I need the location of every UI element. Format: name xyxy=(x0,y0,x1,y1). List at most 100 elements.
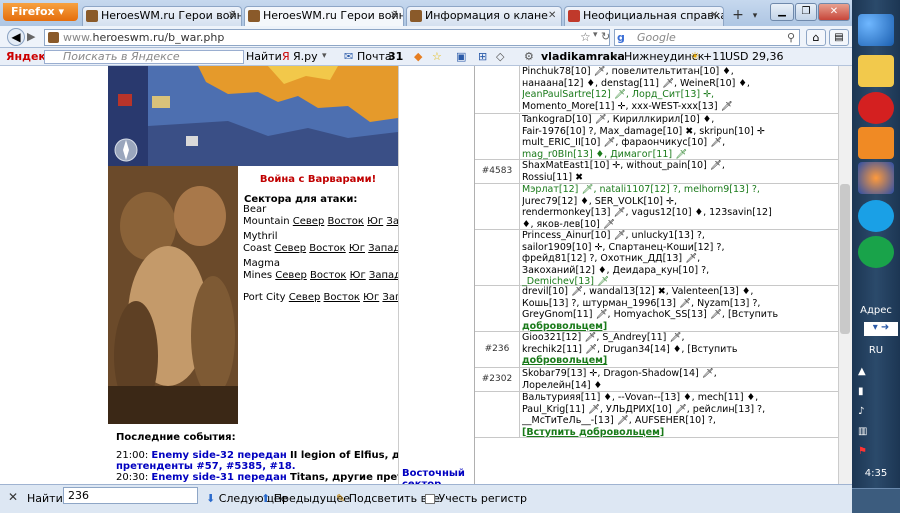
tab-unofficial-guide[interactable]: Неофициальная справка п...✕ xyxy=(564,6,724,26)
volume-icon[interactable]: ♪ xyxy=(858,406,864,417)
currency-rate[interactable]: USD 29,36 xyxy=(725,48,784,65)
tab-close-icon[interactable]: ✕ xyxy=(710,7,720,25)
participant-line[interactable]: TankograD[10] 🗡, Кириллкирил[10] ♦, xyxy=(522,114,839,126)
participant-line[interactable]: Pinchuk78[10] 🗡, повелительтитан[10] ♦, xyxy=(522,66,839,78)
event-text[interactable]: Enemy side-32 передан xyxy=(151,450,286,461)
firefox-menu-button[interactable]: Firefox ▾ xyxy=(3,3,78,21)
tab-heroeswm-1[interactable]: HeroesWM.ru Герои войны ...✕ xyxy=(82,6,242,26)
reload-icon[interactable]: ↻ xyxy=(601,30,610,43)
bookmarks-menu-button[interactable]: ▤ xyxy=(829,29,849,46)
participant-line[interactable]: нанаана[12] ♦, denstag[11] 🗡, WeineR[10]… xyxy=(522,78,839,90)
participant-line[interactable]: Princess_Ainur[10] 🗡, unlucky1[13] ?, xyxy=(522,230,839,242)
battery-icon[interactable]: ▮ xyxy=(858,386,864,397)
participant-line[interactable]: Paul_Krig[11] 🗡, УЛЬДРИХ[10] 🗡, рейслин[… xyxy=(522,404,839,416)
participant-line[interactable]: GreyGnom[11] 🗡, HomyachoK_SS[13] 🗡, [Вст… xyxy=(522,309,839,321)
sector-link-south[interactable]: Юг xyxy=(350,270,366,281)
war-map-image[interactable] xyxy=(108,66,398,166)
row-id[interactable]: #236 xyxy=(475,344,519,354)
google-icon[interactable]: g xyxy=(617,31,630,44)
back-button[interactable]: ◀ xyxy=(7,28,25,46)
minimize-button[interactable]: ▁ xyxy=(770,3,794,21)
participant-line[interactable]: Кошь[13] ?, штурман_1996[13] 🗡, Nyzam[13… xyxy=(522,298,839,310)
tab-clan-info[interactable]: Информация о клане ✕ xyxy=(406,6,562,26)
tab-close-icon[interactable]: ✕ xyxy=(228,7,238,25)
network-app-icon[interactable] xyxy=(858,236,894,268)
east-sector-label[interactable]: Восточный сектор xyxy=(402,468,465,484)
network-icon[interactable]: ▥ xyxy=(858,426,867,437)
participant-line[interactable]: __МсТиТеЛь__-[13] 🗡, AUFSEHER[10] ?, xyxy=(522,415,839,427)
sector-link-east[interactable]: Восток xyxy=(309,243,345,254)
yandex-search-input[interactable]: Поискать в Яндексе xyxy=(44,50,244,64)
volunteer-link[interactable]: добровольцем] xyxy=(522,321,839,333)
participant-line[interactable]: mag_r0BIn[13] ♦, Димагог[11] 🗡 xyxy=(522,149,839,161)
toolbar-icon-b[interactable]: ▣ xyxy=(456,48,466,65)
participant-line[interactable]: JeanPaulSartre[12] 🗡, Лорд_Сит[13] ✛, xyxy=(522,89,839,101)
participant-line[interactable]: Fair-1976[10] ?, Max_damage[10] ✖, skrip… xyxy=(522,126,839,138)
explorer-icon[interactable] xyxy=(858,55,894,87)
sector-link-west[interactable]: Запад xyxy=(368,243,400,254)
sector-link-east[interactable]: Восток xyxy=(324,292,360,303)
scrollbar-thumb[interactable] xyxy=(840,184,850,334)
sector-link-south[interactable]: Юг xyxy=(363,292,379,303)
participant-line[interactable]: Вальтурияя[11] ♦, --Vovan--[13] ♦, mech[… xyxy=(522,392,839,404)
url-bar[interactable]: www.heroeswm.ru/b_war.php xyxy=(44,29,610,46)
sector-link-south[interactable]: Юг xyxy=(367,216,383,227)
toolbar-icon-a[interactable]: ◆ xyxy=(414,48,422,65)
skype-icon[interactable] xyxy=(858,200,894,232)
toolbar-icon-c[interactable]: ⊞ xyxy=(478,48,487,65)
sector-link-east[interactable]: Восток xyxy=(310,270,346,281)
participant-line[interactable]: Закоханий[12] ♦, Деидара_кун[10] ?, xyxy=(522,265,839,277)
yandex-find-button[interactable]: Найти xyxy=(246,48,282,65)
participant-line[interactable]: Мэрлат[12] 🗡, natali1107[12] ?, melhorn9… xyxy=(522,184,839,196)
participant-line[interactable]: krechik2[11] 🗡, Drugan34[14] ♦, [Вступит… xyxy=(522,344,839,356)
sector-link-south[interactable]: Юг xyxy=(349,243,365,254)
web-search-input[interactable]: Google xyxy=(614,29,800,46)
participant-line[interactable]: Skobar79[13] ✛, Dragon-Shadow[14] 🗡, xyxy=(522,368,839,380)
match-case-checkbox[interactable]: Учесть регистр xyxy=(425,492,527,505)
bookmark-star-icon[interactable]: ☆ xyxy=(580,30,591,44)
opera-icon[interactable] xyxy=(858,92,894,124)
tab-close-icon[interactable]: ✕ xyxy=(390,7,400,25)
row-id[interactable]: #2302 xyxy=(475,374,519,384)
find-input[interactable]: 236 xyxy=(63,487,198,504)
clock[interactable]: 4:35 xyxy=(852,468,900,479)
participant-line[interactable]: Jurec79[12] ♦, SER_VOLK[10] ✛, xyxy=(522,196,839,208)
participant-line[interactable]: sailor1909[10] ✛, Спартанец-Коши[12] ?, xyxy=(522,242,839,254)
address-input[interactable]: ▾ ➜ xyxy=(864,322,898,336)
event-text[interactable]: Enemy side-31 передан xyxy=(151,472,286,483)
find-close-icon[interactable]: ✕ xyxy=(8,490,18,504)
mail-link[interactable]: Почта xyxy=(357,48,392,65)
participant-line[interactable]: mult_ERIC_II[10] 🗡, фараончикус[10] 🗡, xyxy=(522,137,839,149)
close-window-button[interactable]: ✕ xyxy=(818,3,850,21)
show-desktop-button[interactable] xyxy=(852,488,900,513)
participant-line[interactable]: Gioo321[12] 🗡, S_Andrey[11] 🗡, xyxy=(522,332,839,344)
address-toolbar-label[interactable]: Адрес xyxy=(852,305,900,316)
toolbar-star-icon[interactable]: ☆ xyxy=(432,48,442,65)
sector-link-east[interactable]: Восток xyxy=(328,216,364,227)
list-all-tabs-icon[interactable]: ▾ xyxy=(748,7,762,25)
sector-link-north[interactable]: Север xyxy=(275,243,307,254)
url-history-dropdown-icon[interactable]: ▾ xyxy=(593,30,598,40)
sector-link-west[interactable]: Запад xyxy=(369,270,401,281)
event-tail[interactable]: претенденты #57, #5385, #18. xyxy=(116,461,296,472)
volunteer-link[interactable]: добровольцем] xyxy=(522,355,839,367)
tray-expand-icon[interactable]: ▲ xyxy=(858,366,866,377)
home-button[interactable]: ⌂ xyxy=(806,29,826,46)
start-button[interactable] xyxy=(858,14,894,46)
search-icon[interactable]: ⚲ xyxy=(787,31,795,44)
sector-link-north[interactable]: Север xyxy=(289,292,321,303)
toolbar-icon-d[interactable]: ◇ xyxy=(496,48,504,65)
participant-line[interactable]: Rossiu[11] ✖ xyxy=(522,172,839,184)
sector-link-north[interactable]: Север xyxy=(293,216,325,227)
new-tab-button[interactable]: + xyxy=(727,7,749,25)
maximize-button[interactable]: ❐ xyxy=(795,3,817,21)
mail-count[interactable]: 31 xyxy=(388,48,403,65)
tab-heroeswm-2[interactable]: HeroesWM.ru Герои войны ...✕ xyxy=(244,6,404,26)
language-indicator[interactable]: RU xyxy=(852,345,900,356)
forward-button[interactable]: ▶ xyxy=(27,30,41,44)
row-id[interactable]: #4583 xyxy=(475,166,519,176)
yaru-link[interactable]: Я.ру xyxy=(293,48,318,65)
participant-line[interactable]: drevil[10] 🗡, wandal13[12] ✖, Valenteen[… xyxy=(522,286,839,298)
volunteer-link[interactable]: [Вступить добровольцем] xyxy=(522,427,839,439)
participant-line[interactable]: фрейд81[12] ?, Охотник_ДД[13] 🗡, xyxy=(522,253,839,265)
